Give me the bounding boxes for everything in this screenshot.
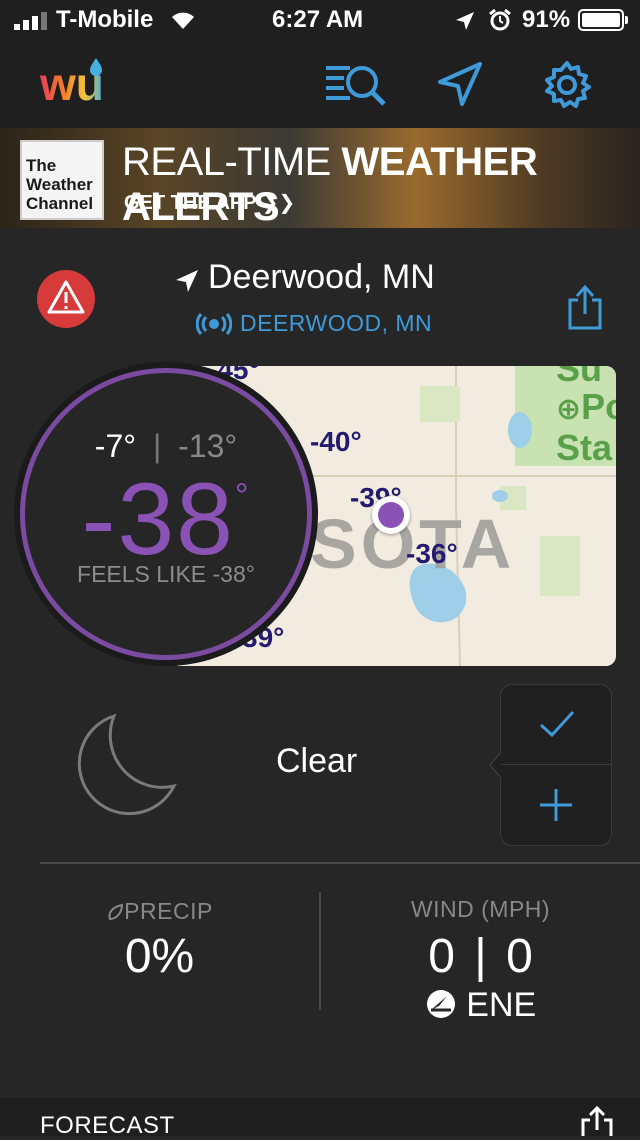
- map-temp-label: -40°: [310, 426, 362, 457]
- wind-speed: 0: [428, 930, 455, 983]
- add-button[interactable]: [538, 787, 574, 823]
- favorite-actions: [489, 684, 612, 846]
- weather-channel-logo: The Weather Channel: [20, 140, 104, 220]
- share-icon[interactable]: [566, 284, 604, 330]
- precip-label: PRECIP: [0, 898, 319, 925]
- wind-block: WIND (MPH) 0 | 0 ENE: [321, 896, 640, 1025]
- alert-icon[interactable]: [36, 270, 98, 328]
- location-name[interactable]: Deerwood, MN: [208, 258, 435, 297]
- droplet-icon: [108, 903, 124, 921]
- location-arrow-icon[interactable]: [436, 60, 484, 108]
- wind-direction: ENE: [321, 986, 640, 1025]
- location-pin-icon: [176, 270, 198, 292]
- wind-label: WIND (MPH): [410, 896, 551, 922]
- station-name[interactable]: DEERWOOD, MN: [240, 310, 432, 337]
- high-temp: -7°: [94, 428, 137, 464]
- ad-cta: GET THE APP ❯❯: [124, 192, 296, 214]
- precip-block: PRECIP 0%: [0, 898, 319, 984]
- location-services-icon: [456, 12, 474, 30]
- section-divider: [40, 862, 640, 864]
- forecast-share-icon[interactable]: [580, 1106, 614, 1136]
- moon-icon: [77, 713, 177, 816]
- map-park-label: Su ⊕Po Sta: [556, 366, 616, 468]
- carrier-label: T-Mobile: [56, 6, 154, 33]
- search-list-icon[interactable]: [324, 60, 388, 108]
- wu-logo[interactable]: wu: [40, 58, 112, 104]
- compass-icon: [426, 990, 455, 1018]
- ad-banner[interactable]: The Weather Channel REAL-TIME WEATHER AL…: [0, 128, 640, 228]
- gear-icon[interactable]: [542, 60, 592, 110]
- clock: 6:27 AM: [272, 6, 364, 33]
- map-location-marker: [372, 496, 410, 534]
- forecast-bar[interactable]: FORECAST: [0, 1098, 640, 1139]
- condition-text: Clear: [276, 742, 358, 780]
- temperature-circle[interactable]: -7° | -13° -38° FEELS LIKE -38°: [20, 368, 312, 660]
- battery-percent: 91%: [522, 6, 571, 33]
- map-temp-label: -36°: [406, 538, 458, 569]
- precip-value: 0%: [124, 930, 195, 983]
- low-temp: -13°: [178, 428, 238, 464]
- battery-icon: [578, 9, 628, 31]
- high-low: -7° | -13°: [94, 428, 238, 464]
- app-header: wu: [0, 40, 640, 128]
- alarm-icon: [489, 8, 511, 31]
- wifi-icon: [172, 12, 194, 29]
- wind-values: 0 | 0: [428, 930, 533, 983]
- wind-gust: 0: [506, 930, 533, 983]
- feels-like: FEELS LIKE -38°: [77, 561, 255, 587]
- check-button[interactable]: [539, 709, 575, 739]
- station-broadcast-icon: [196, 313, 232, 335]
- signal-icon: [14, 12, 47, 30]
- status-bar: T-Mobile 6:27 AM 91%: [0, 0, 640, 40]
